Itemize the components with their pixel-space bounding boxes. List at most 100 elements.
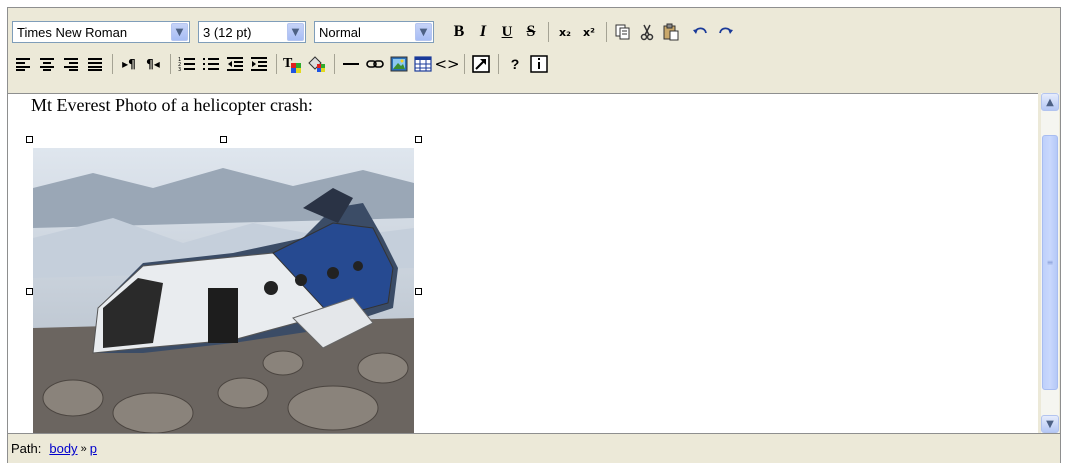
- block-format-select[interactable]: Normal ▼: [314, 21, 434, 43]
- path-separator: »: [80, 442, 87, 455]
- editor-content-area[interactable]: Mt Everest Photo of a helicopter crash:: [8, 93, 1038, 441]
- chevron-down-icon[interactable]: ▼: [171, 23, 188, 41]
- cut-button[interactable]: [636, 21, 658, 43]
- underline-icon: U: [501, 23, 513, 40]
- font-family-select[interactable]: Times New Roman ▼: [12, 21, 190, 43]
- help-button[interactable]: ?: [504, 53, 526, 75]
- bold-icon: B: [453, 23, 465, 40]
- indent-button[interactable]: [248, 53, 270, 75]
- resize-handle-top-left[interactable]: [26, 136, 33, 143]
- redo-button[interactable]: [714, 21, 736, 43]
- insert-link-button[interactable]: [364, 53, 386, 75]
- link-icon: [366, 60, 384, 68]
- font-size-value: 3 (12 pt): [203, 24, 252, 40]
- strikethrough-button[interactable]: S: [520, 21, 542, 43]
- table-icon: [414, 56, 432, 72]
- html-source-button[interactable]: <>: [434, 53, 460, 75]
- align-center-button[interactable]: [36, 53, 58, 75]
- subscript-icon: x₂: [559, 25, 571, 39]
- bullet-list-button[interactable]: [200, 53, 222, 75]
- rtl-icon: ¶◂: [146, 57, 160, 71]
- path-crumb-p[interactable]: p: [90, 441, 97, 456]
- toolbar-separator: [170, 54, 171, 74]
- strikethrough-icon: S: [526, 23, 536, 40]
- ordered-list-icon: 123: [178, 57, 195, 72]
- align-right-icon: [64, 58, 78, 71]
- block-format-value: Normal: [319, 24, 361, 40]
- redo-icon: [719, 27, 733, 34]
- copy-icon: [615, 24, 630, 40]
- clipboard-icon: [663, 23, 679, 41]
- indent-icon: [251, 57, 267, 71]
- outdent-button[interactable]: [224, 53, 246, 75]
- toolbar-separator: [548, 22, 549, 42]
- toolbar-separator: [464, 54, 465, 74]
- scroll-up-button[interactable]: ▲: [1041, 93, 1059, 111]
- superscript-icon: x²: [583, 25, 595, 39]
- path-label: Path:: [11, 441, 42, 456]
- paint-bucket-icon: [308, 56, 325, 72]
- toolbar-separator: [112, 54, 113, 74]
- toolbar-separator: [606, 22, 607, 42]
- chevron-down-icon[interactable]: ▼: [415, 23, 432, 41]
- info-icon: [530, 55, 548, 73]
- scroll-thumb[interactable]: ≡: [1042, 135, 1058, 390]
- question-icon: ?: [510, 56, 520, 72]
- align-right-button[interactable]: [60, 53, 82, 75]
- align-justify-icon: [88, 58, 102, 71]
- about-button[interactable]: [528, 53, 550, 75]
- text-color-icon: T: [283, 56, 301, 73]
- toolbar-separator: [276, 54, 277, 74]
- rich-text-editor: Times New Roman ▼ 3 (12 pt) ▼ Normal ▼ B…: [7, 7, 1061, 463]
- svg-text:3: 3: [178, 67, 181, 72]
- content-paragraph[interactable]: Mt Everest Photo of a helicopter crash:: [31, 95, 313, 116]
- underline-button[interactable]: U: [496, 21, 518, 43]
- bullet-list-icon: [203, 58, 219, 70]
- toolbar-separator: [498, 54, 499, 74]
- insert-table-button[interactable]: [412, 53, 434, 75]
- align-left-icon: [16, 58, 30, 71]
- font-size-select[interactable]: 3 (12 pt) ▼: [198, 21, 306, 43]
- helicopter-crash-photo: [33, 148, 414, 434]
- italic-button[interactable]: I: [472, 21, 494, 43]
- code-icon: <>: [434, 55, 460, 73]
- insert-image-button[interactable]: [388, 53, 410, 75]
- outdent-icon: [227, 57, 243, 71]
- chevron-down-icon[interactable]: ▼: [287, 23, 304, 41]
- resize-handle-top-right[interactable]: [415, 136, 422, 143]
- maximize-icon: [472, 55, 490, 73]
- ordered-list-button[interactable]: 123: [176, 53, 198, 75]
- path-statusbar: Path: body » p: [8, 433, 1060, 463]
- align-left-button[interactable]: [12, 53, 34, 75]
- background-color-button[interactable]: [306, 53, 328, 75]
- undo-button[interactable]: [690, 21, 712, 43]
- horizontal-rule-icon: [343, 63, 359, 65]
- ltr-button[interactable]: ▸¶: [118, 53, 140, 75]
- vertical-scrollbar[interactable]: ▲ ≡ ▼: [1041, 93, 1059, 433]
- popup-editor-button[interactable]: [470, 53, 492, 75]
- resize-handle-top[interactable]: [220, 136, 227, 143]
- resize-handle-right[interactable]: [415, 288, 422, 295]
- resize-handle-left[interactable]: [26, 288, 33, 295]
- path-crumb-body[interactable]: body: [49, 441, 77, 456]
- toolbar-row-1: Times New Roman ▼ 3 (12 pt) ▼ Normal ▼ B…: [12, 19, 738, 45]
- italic-icon: I: [479, 23, 487, 40]
- rtl-button[interactable]: ¶◂: [142, 53, 164, 75]
- text-color-button[interactable]: T: [282, 53, 304, 75]
- selected-image[interactable]: [26, 136, 422, 441]
- scroll-down-button[interactable]: ▼: [1041, 415, 1059, 433]
- justify-button[interactable]: [84, 53, 106, 75]
- toolbar-row-2: ▸¶ ¶◂ 123 T <> ?: [12, 51, 552, 77]
- copy-button[interactable]: [612, 21, 634, 43]
- align-center-icon: [40, 58, 54, 71]
- image-icon: [390, 56, 408, 72]
- paste-button[interactable]: [660, 21, 682, 43]
- superscript-button[interactable]: x²: [578, 21, 600, 43]
- toolbar-separator: [334, 54, 335, 74]
- subscript-button[interactable]: x₂: [554, 21, 576, 43]
- scissors-icon: [640, 24, 654, 41]
- undo-icon: [693, 27, 707, 34]
- bold-button[interactable]: B: [448, 21, 470, 43]
- ltr-icon: ▸¶: [122, 57, 136, 71]
- horizontal-rule-button[interactable]: [340, 53, 362, 75]
